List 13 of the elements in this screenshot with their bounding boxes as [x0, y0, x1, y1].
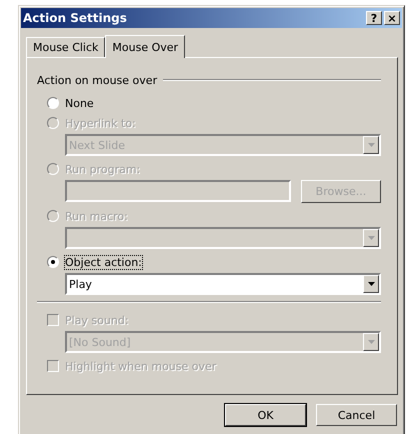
group-label: Action on mouse over [37, 74, 158, 86]
tab[interactable]: Mouse Click [26, 37, 106, 57]
tab[interactable]: Mouse Over [105, 35, 186, 58]
dropdown[interactable]: Play [65, 273, 381, 295]
window-title: Action Settings [23, 11, 127, 25]
help-button[interactable]: ? [366, 11, 382, 25]
radio-option[interactable]: Object action: [47, 253, 381, 271]
radio-option[interactable]: None [47, 94, 381, 112]
radio-button[interactable] [47, 97, 59, 109]
dialog-button[interactable]: Cancel [316, 404, 397, 426]
close-button[interactable]: × [384, 11, 400, 25]
dialog-button[interactable]: OK [225, 404, 306, 426]
radio-button[interactable] [47, 256, 59, 268]
